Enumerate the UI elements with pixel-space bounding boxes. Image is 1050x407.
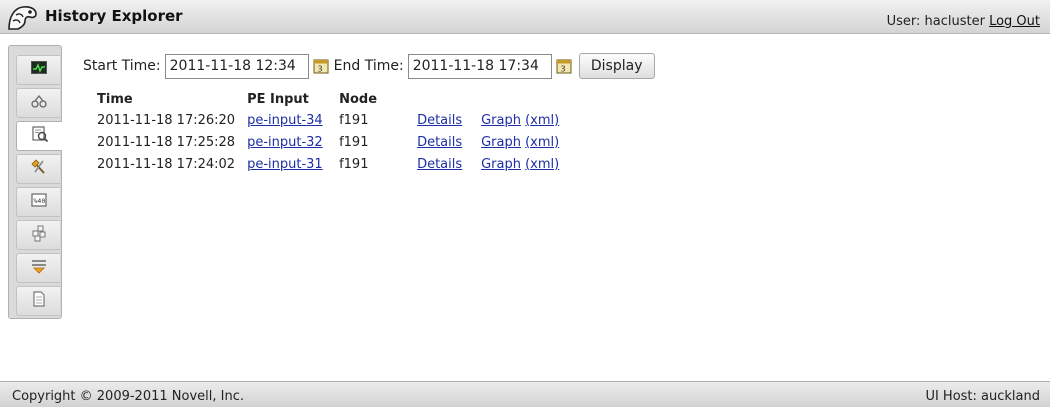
details-link[interactable]: Details bbox=[417, 135, 462, 150]
nodes-icon bbox=[30, 92, 48, 114]
details-link[interactable]: Details bbox=[417, 157, 462, 172]
attributes-icon: %40 bbox=[30, 191, 48, 213]
graph-link[interactable]: Graph bbox=[481, 135, 521, 150]
history-table: Time PE Input Node 2011-11-18 17:26:20 p… bbox=[91, 88, 565, 175]
table-header-row: Time PE Input Node bbox=[91, 88, 565, 109]
document-icon bbox=[30, 290, 48, 312]
start-time-input[interactable] bbox=[164, 53, 309, 79]
pe-input-link[interactable]: pe-input-32 bbox=[247, 135, 323, 150]
sidebar-item-constraints[interactable] bbox=[16, 253, 60, 283]
end-time-label: End Time: bbox=[333, 58, 404, 74]
tools-icon bbox=[30, 158, 48, 180]
sidebar-item-history[interactable] bbox=[16, 121, 62, 151]
column-header-graph bbox=[475, 88, 565, 109]
table-row: 2011-11-18 17:26:20 pe-input-34 f191 Det… bbox=[91, 109, 565, 131]
row-node: f191 bbox=[339, 112, 369, 128]
table-row: 2011-11-18 17:25:28 pe-input-32 f191 Det… bbox=[91, 131, 565, 153]
copyright-text: Copyright © 2009-2011 Novell, Inc. bbox=[12, 389, 244, 404]
row-time: 2011-11-18 17:26:20 bbox=[97, 112, 236, 128]
pe-input-link[interactable]: pe-input-34 bbox=[247, 113, 323, 128]
pe-input-link[interactable]: pe-input-31 bbox=[247, 157, 323, 172]
sidebar-nav: %40 bbox=[8, 45, 62, 319]
row-time: 2011-11-18 17:25:28 bbox=[97, 134, 236, 150]
user-info: User: hacluster Log Out bbox=[887, 14, 1040, 29]
history-icon bbox=[31, 125, 49, 147]
start-time-label: Start Time: bbox=[83, 58, 161, 74]
row-time: 2011-11-18 17:24:02 bbox=[97, 156, 236, 172]
row-node: f191 bbox=[339, 156, 369, 172]
column-header-pe-input: PE Input bbox=[247, 91, 309, 107]
app-footer: Copyright © 2009-2011 Novell, Inc. UI Ho… bbox=[0, 381, 1050, 407]
sidebar-item-monitor[interactable] bbox=[16, 55, 60, 85]
constraints-icon bbox=[30, 257, 48, 279]
sidebar-item-nodes[interactable] bbox=[16, 88, 60, 118]
graph-link[interactable]: Graph bbox=[481, 113, 521, 128]
display-button[interactable]: Display bbox=[578, 53, 655, 79]
graph-link[interactable]: Graph bbox=[481, 157, 521, 172]
svg-text:%40: %40 bbox=[33, 197, 45, 205]
svg-text:3: 3 bbox=[560, 65, 565, 74]
row-node: f191 bbox=[339, 134, 369, 150]
calendar-icon[interactable]: 3 bbox=[555, 57, 573, 75]
graph-xml-link[interactable]: (xml) bbox=[525, 157, 559, 172]
gecko-logo-icon bbox=[6, 3, 38, 31]
sidebar-item-document[interactable] bbox=[16, 286, 60, 316]
app-title: History Explorer bbox=[45, 7, 183, 25]
sidebar-item-attributes[interactable]: %40 bbox=[16, 187, 60, 217]
column-header-details bbox=[411, 88, 475, 109]
logout-link[interactable]: Log Out bbox=[989, 14, 1040, 29]
svg-text:3: 3 bbox=[317, 65, 322, 74]
sidebar-item-tools[interactable] bbox=[16, 154, 60, 184]
ui-host-text: UI Host: auckland bbox=[925, 389, 1040, 404]
calendar-icon[interactable]: 3 bbox=[312, 57, 330, 75]
sidebar-item-resources[interactable] bbox=[16, 220, 60, 250]
time-range-form: Start Time: 3 End Time: 3 Display bbox=[83, 53, 655, 79]
graph-xml-link[interactable]: (xml) bbox=[525, 135, 559, 150]
column-header-time: Time bbox=[97, 91, 133, 107]
resources-icon bbox=[30, 224, 48, 246]
details-link[interactable]: Details bbox=[417, 113, 462, 128]
app-header: History Explorer User: hacluster Log Out bbox=[0, 0, 1050, 34]
monitor-icon bbox=[30, 59, 48, 81]
table-row: 2011-11-18 17:24:02 pe-input-31 f191 Det… bbox=[91, 153, 565, 175]
end-time-input[interactable] bbox=[407, 53, 552, 79]
graph-xml-link[interactable]: (xml) bbox=[525, 113, 559, 128]
username: hacluster bbox=[924, 14, 985, 29]
user-prefix: User: bbox=[886, 14, 921, 29]
column-header-node: Node bbox=[339, 91, 378, 107]
